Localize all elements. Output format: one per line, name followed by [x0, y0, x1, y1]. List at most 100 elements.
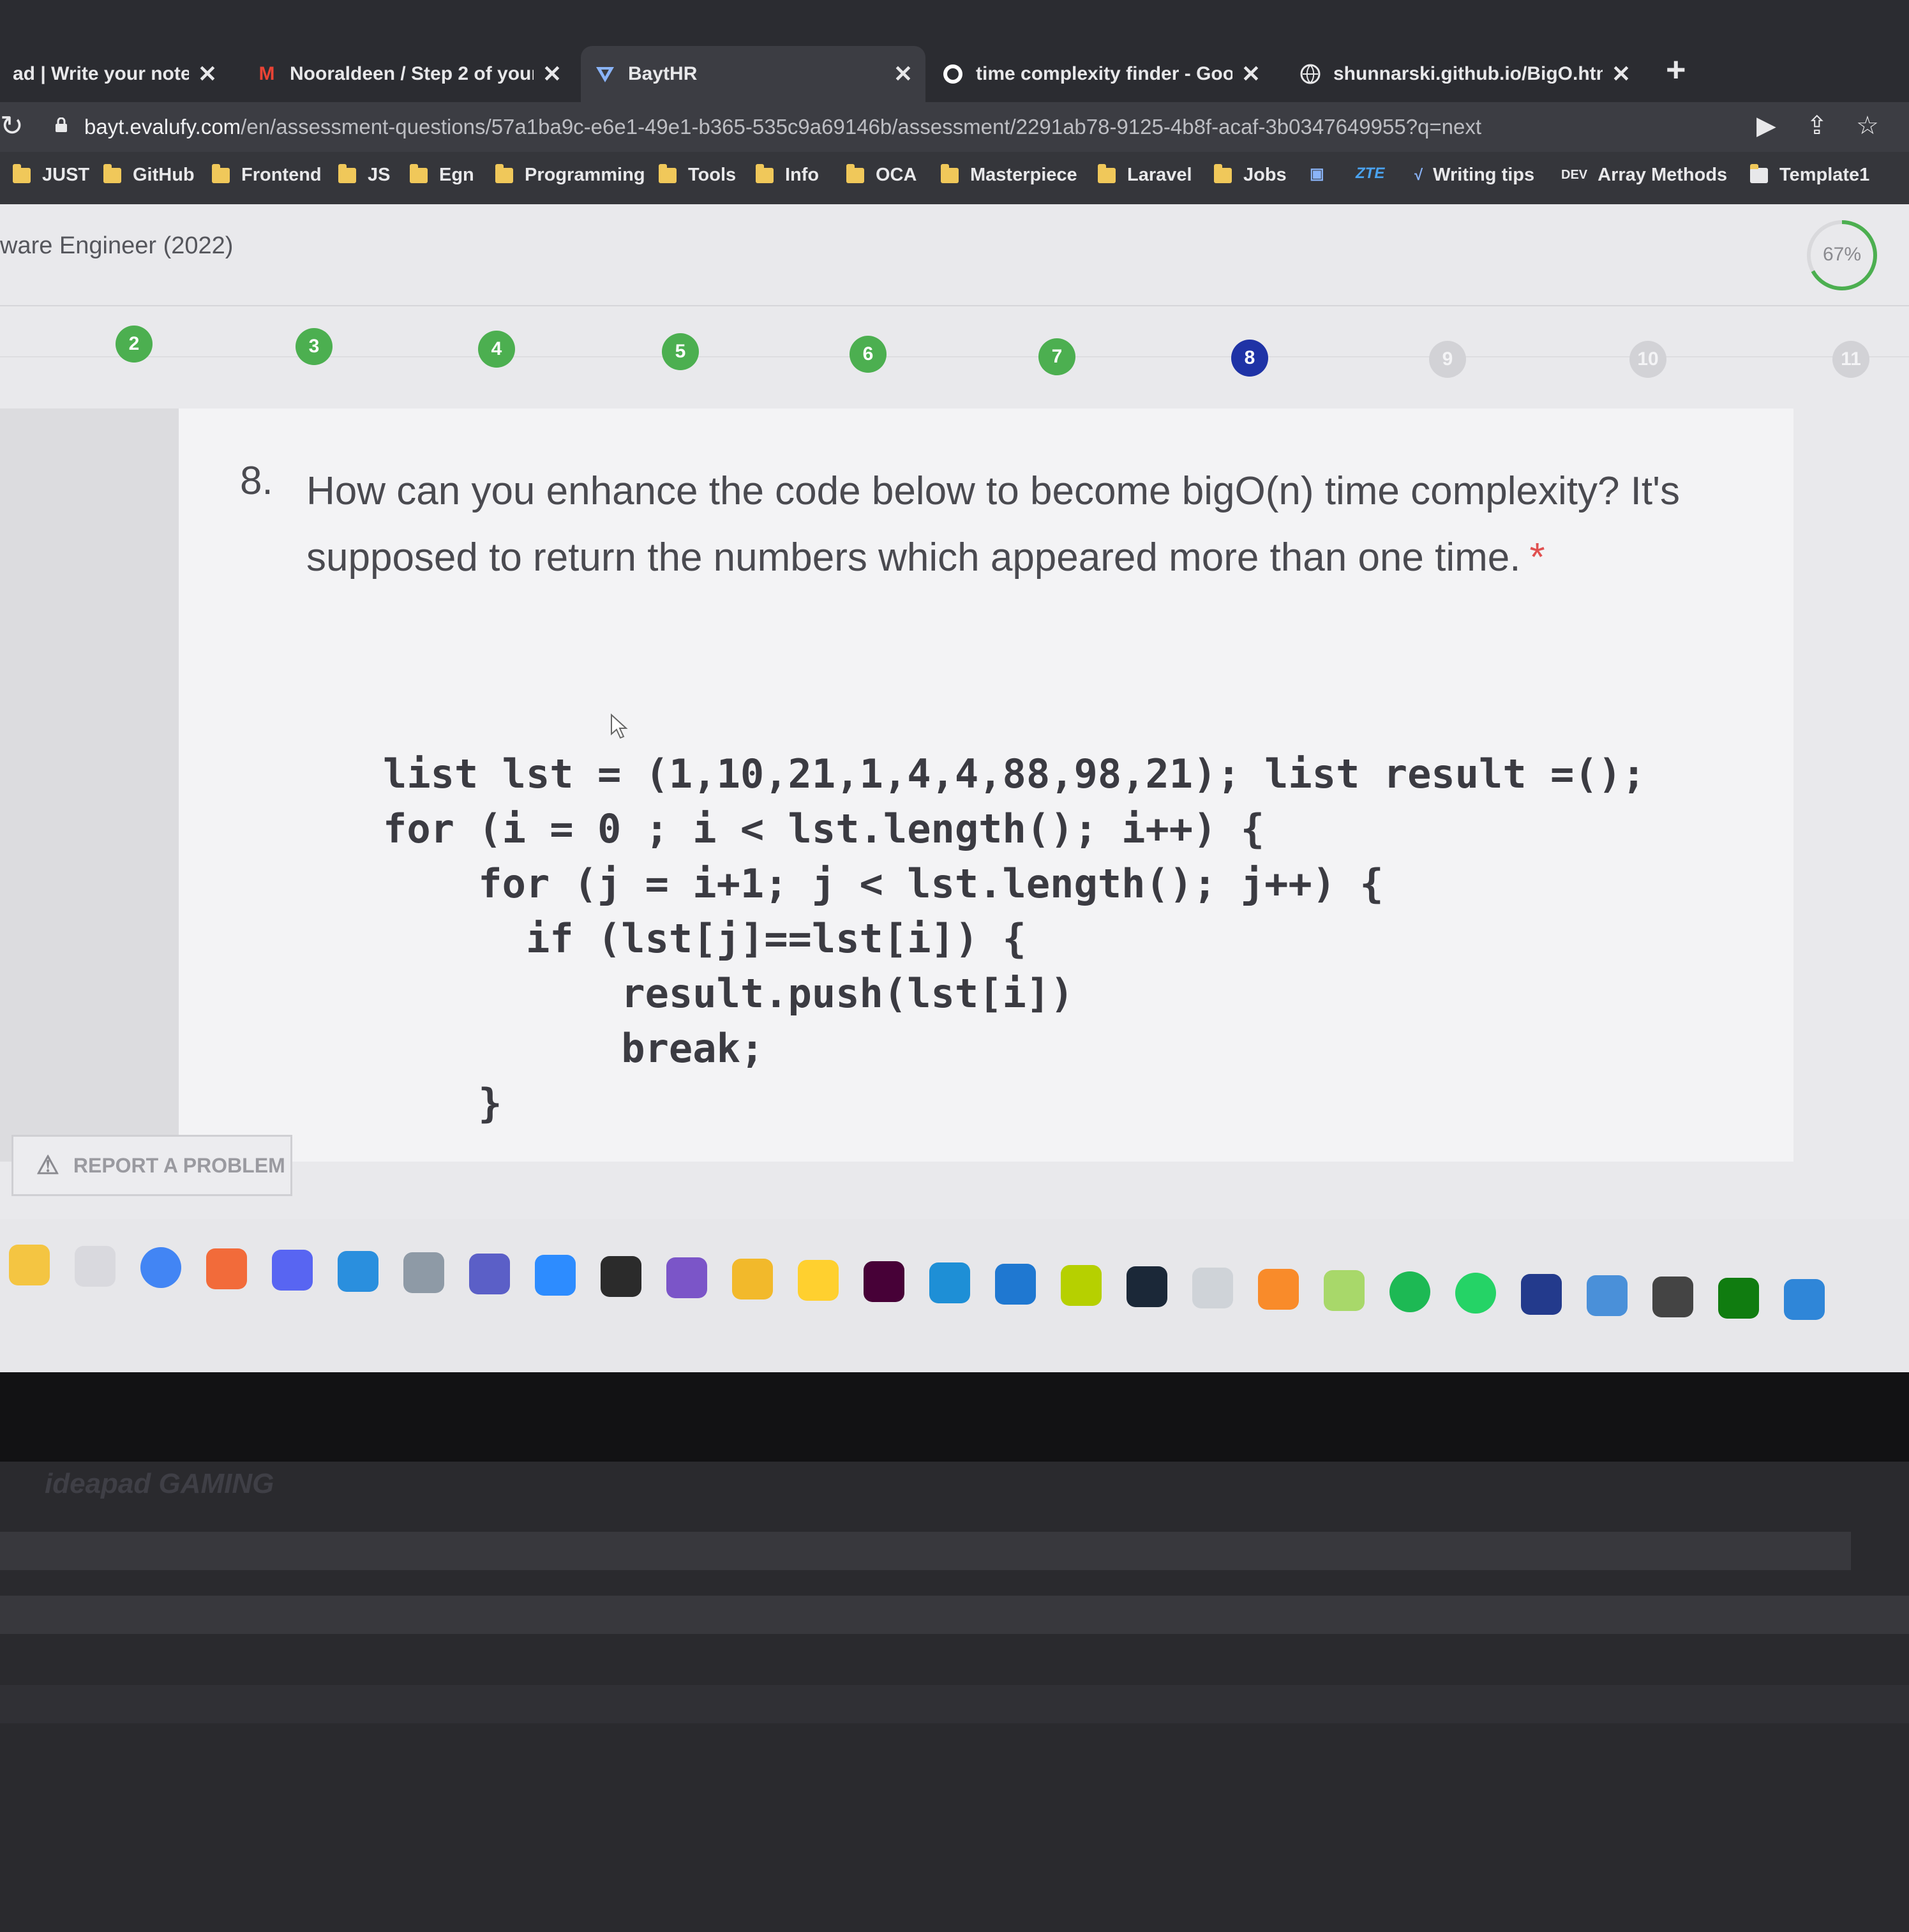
chrome-icon[interactable]	[140, 1247, 181, 1288]
warning-icon: ⚠	[36, 1151, 59, 1179]
notepad-icon[interactable]	[1324, 1270, 1365, 1311]
url-path: /en/assessment-questions/57a1ba9c-e6e1-4…	[241, 115, 1482, 139]
github-desktop-icon[interactable]	[601, 1256, 641, 1297]
step-3[interactable]: 3	[296, 328, 333, 365]
tab-title: Nooraldeen / Step 2 of your Ap	[290, 63, 534, 84]
tab-title: ad | Write your notes onl	[13, 63, 189, 84]
step-6[interactable]: 6	[850, 336, 887, 373]
step-label: 2	[128, 333, 140, 354]
teams-icon[interactable]	[469, 1254, 510, 1294]
close-icon[interactable]: ✕	[894, 61, 913, 87]
mouse-cursor-icon	[611, 714, 628, 739]
bookmark-programming[interactable]: Programming	[495, 163, 645, 186]
bookmark-array-methods[interactable]: DEV Array Methods	[1561, 165, 1727, 186]
google-icon	[941, 63, 964, 86]
folder-icon	[410, 163, 428, 183]
step-5[interactable]: 5	[662, 333, 699, 370]
spotify-icon[interactable]	[1389, 1271, 1430, 1312]
step-label: 5	[675, 341, 686, 362]
lock-icon	[56, 117, 67, 132]
step-7[interactable]: 7	[1038, 338, 1075, 375]
step-4[interactable]: 4	[478, 331, 515, 368]
bookmark-label: Template1	[1779, 165, 1870, 185]
davinci-icon[interactable]	[1521, 1274, 1562, 1315]
file-explorer-icon[interactable]	[9, 1245, 50, 1285]
new-tab-button[interactable]: +	[1666, 50, 1686, 89]
bookmark-label: Laravel	[1127, 165, 1192, 185]
bookmark-label: Jobs	[1243, 165, 1287, 185]
reload-icon[interactable]: ↻	[0, 110, 24, 142]
tab-gmail[interactable]: M Nooraldeen / Step 2 of your Ap ✕	[243, 46, 574, 102]
discord-icon[interactable]	[272, 1250, 313, 1291]
question-number: 8.	[240, 459, 273, 503]
bookmark-template1[interactable]: Template1	[1750, 163, 1870, 186]
tab-title: shunnarski.github.io/BigO.html	[1333, 63, 1603, 84]
bookmark-label: Egn	[439, 165, 474, 185]
bookmark-star-icon[interactable]: ☆	[1856, 111, 1879, 140]
bookmark-frontend[interactable]: Frontend	[212, 163, 322, 186]
report-problem-button[interactable]: ⚠ REPORT A PROBLEM	[11, 1135, 292, 1196]
paint-icon[interactable]	[1587, 1275, 1628, 1316]
store-icon[interactable]	[1192, 1268, 1233, 1308]
share-icon[interactable]: ⇪	[1806, 111, 1828, 140]
close-icon[interactable]: ✕	[198, 61, 217, 87]
bookmark-tools[interactable]: Tools	[659, 163, 736, 186]
bookmark-translate[interactable]: ▣	[1310, 165, 1335, 183]
whatsapp-icon[interactable]	[1455, 1273, 1496, 1314]
bookmark-egn[interactable]: Egn	[410, 163, 474, 186]
url-field[interactable]: bayt.evalufy.com/en/assessment-questions…	[84, 115, 1481, 139]
close-icon[interactable]: ✕	[543, 61, 562, 87]
bookmark-oca[interactable]: OCA	[846, 163, 917, 186]
sublime-icon[interactable]	[1258, 1269, 1299, 1310]
step-9[interactable]: 9	[1429, 341, 1466, 378]
bookmark-masterpiece[interactable]: Masterpiece	[941, 163, 1077, 186]
step-8[interactable]: 8	[1231, 340, 1268, 377]
laptop-bezel	[0, 1372, 1909, 1462]
url-domain: bayt.evalufy.com	[84, 115, 241, 139]
bookmark-github[interactable]: GitHub	[103, 163, 195, 186]
calculator-icon[interactable]	[403, 1252, 444, 1293]
adobe-xd-icon[interactable]	[864, 1261, 904, 1302]
folder-icon	[495, 163, 513, 183]
bookmark-label: Programming	[525, 165, 645, 185]
tab-notes[interactable]: ad | Write your notes onl ✕	[0, 46, 230, 102]
step-label: 10	[1637, 348, 1659, 370]
vscode-icon[interactable]	[338, 1251, 378, 1292]
lambda-icon[interactable]	[1061, 1265, 1102, 1306]
close-icon[interactable]: ✕	[1612, 61, 1631, 87]
xbox-icon[interactable]	[1718, 1278, 1759, 1319]
brackets-icon[interactable]	[929, 1262, 970, 1303]
camera-icon[interactable]: ▶	[1756, 111, 1776, 140]
snipping-tool-icon[interactable]	[75, 1246, 116, 1287]
bookmark-jobs[interactable]: Jobs	[1214, 163, 1287, 186]
close-icon[interactable]: ✕	[1241, 61, 1261, 87]
step-2[interactable]: 2	[116, 326, 153, 363]
bookmark-laravel[interactable]: Laravel	[1098, 163, 1192, 186]
step-label: 11	[1841, 348, 1861, 370]
bookmark-just[interactable]: JUST	[13, 163, 90, 186]
brave-icon[interactable]	[206, 1248, 247, 1289]
step-label: 9	[1442, 348, 1453, 370]
notes-icon[interactable]	[1784, 1279, 1825, 1320]
step-label: 6	[862, 343, 874, 364]
folder-icon	[212, 163, 230, 183]
star-app-icon[interactable]	[732, 1259, 773, 1299]
tab-bigo[interactable]: shunnarski.github.io/BigO.html ✕	[1286, 46, 1643, 102]
key-row	[0, 1685, 1909, 1723]
steam-icon[interactable]	[1127, 1266, 1167, 1307]
tab-google[interactable]: time complexity finder - Google ✕	[929, 46, 1273, 102]
bookmark-label: JUST	[42, 165, 90, 185]
bookmark-writing-tips[interactable]: √ Writing tips	[1414, 165, 1534, 186]
tab-bayt[interactable]: BaytHR ✕	[581, 46, 925, 102]
zoom-icon[interactable]	[535, 1255, 576, 1296]
bookmark-label: Info	[785, 165, 820, 185]
game-icon[interactable]	[1652, 1277, 1693, 1317]
bookmark-info[interactable]: Info	[756, 163, 820, 186]
bookmark-js[interactable]: JS	[338, 163, 390, 186]
miro-icon[interactable]	[798, 1260, 839, 1301]
step-11[interactable]: 11	[1832, 341, 1869, 378]
step-10[interactable]: 10	[1629, 341, 1666, 378]
bridge-icon[interactable]	[995, 1264, 1036, 1305]
bookmark-zte[interactable]: ZTE	[1356, 165, 1384, 183]
visual-studio-icon[interactable]	[666, 1257, 707, 1298]
